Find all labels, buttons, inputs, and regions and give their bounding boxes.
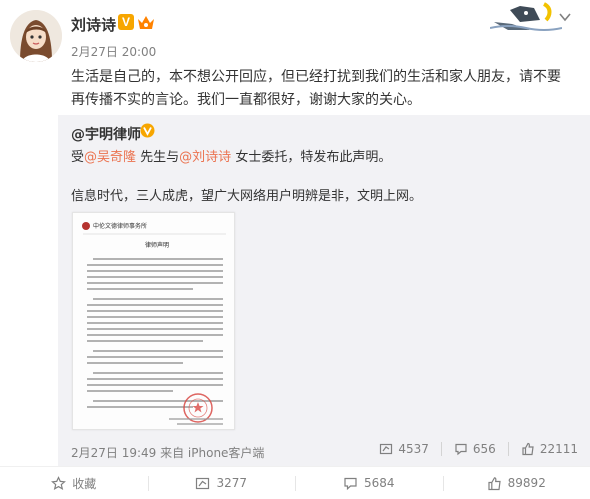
repost-line2: 信息时代，三人成虎，望广大网络用户明辨是非，文明上网。 <box>71 189 423 204</box>
post-text: 生活是自己的，本不想公开回应，但已经打扰到我们的生活和家人朋友，请不要再传播不实… <box>71 69 561 108</box>
comment-button[interactable]: 5684 <box>295 467 443 499</box>
avatar[interactable] <box>10 10 62 62</box>
like-count: 89892 <box>507 476 546 490</box>
repost-count: 4537 <box>398 442 429 456</box>
favorite-icon <box>51 475 67 490</box>
comment-count: 5684 <box>363 476 395 490</box>
repost-meta[interactable]: 2月27日 19:49 来自 iPhone客户端 <box>71 444 264 461</box>
divider <box>440 442 442 456</box>
divider <box>507 442 509 456</box>
like-icon <box>522 442 534 456</box>
repost-author[interactable]: @宇明律师 <box>71 124 141 144</box>
member-icon <box>136 13 156 31</box>
like-count: 22111 <box>539 442 578 456</box>
author-name[interactable]: 刘诗诗 <box>71 14 116 35</box>
vip-icon: V <box>118 14 134 30</box>
comment-icon <box>344 477 357 490</box>
like-button[interactable]: 89892 <box>442 467 590 499</box>
repost-mid: 先生与 <box>136 150 180 165</box>
action-bar: 收藏 3277 5684 89892 <box>0 466 590 499</box>
mention-link[interactable]: @吴奇隆 <box>84 150 136 165</box>
repost-button[interactable]: 3277 <box>147 467 296 499</box>
card-decoration <box>489 0 563 38</box>
repost-actions: 4537 656 22111 <box>379 442 578 456</box>
repost-prefix: 受 <box>71 150 85 165</box>
repost-block[interactable]: @宇明律师 受@吴奇隆 先生与@刘诗诗 女士委托，特发布此声明。 信息时代，三人… <box>58 115 590 466</box>
repost-repost-button[interactable]: 4537 <box>379 442 429 456</box>
vip-icon <box>140 123 155 138</box>
doc-firm-name: 中伦文德律师事务所 <box>93 222 147 230</box>
doc-title: 律师声明 <box>145 241 169 249</box>
post-time[interactable]: 2月27日 20:00 <box>71 43 156 60</box>
favorite-label: 收藏 <box>72 476 97 491</box>
chevron-down-icon[interactable] <box>556 8 574 26</box>
repost-suffix: 女士委托，特发布此声明。 <box>231 150 392 165</box>
repost-count: 3277 <box>216 476 248 490</box>
like-icon <box>488 476 501 490</box>
repost-icon <box>380 443 393 455</box>
repost-line1: 受@吴奇隆 先生与@刘诗诗 女士委托，特发布此声明。 <box>71 146 391 165</box>
mention-link[interactable]: @刘诗诗 <box>179 150 231 165</box>
comment-icon <box>455 443 467 456</box>
comment-count: 656 <box>472 442 496 456</box>
repost-like-button[interactable]: 22111 <box>521 442 578 456</box>
favorite-button[interactable]: 收藏 <box>0 467 148 499</box>
repost-icon <box>196 477 210 489</box>
statement-image[interactable]: 中伦文德律师事务所 律师声明 <box>72 212 235 430</box>
repost-comment-button[interactable]: 656 <box>454 442 496 456</box>
weibo-card: 刘诗诗 V 2月27日 20:00 生活是自己的，本不想公开回应，但已经打扰到我… <box>0 0 590 499</box>
